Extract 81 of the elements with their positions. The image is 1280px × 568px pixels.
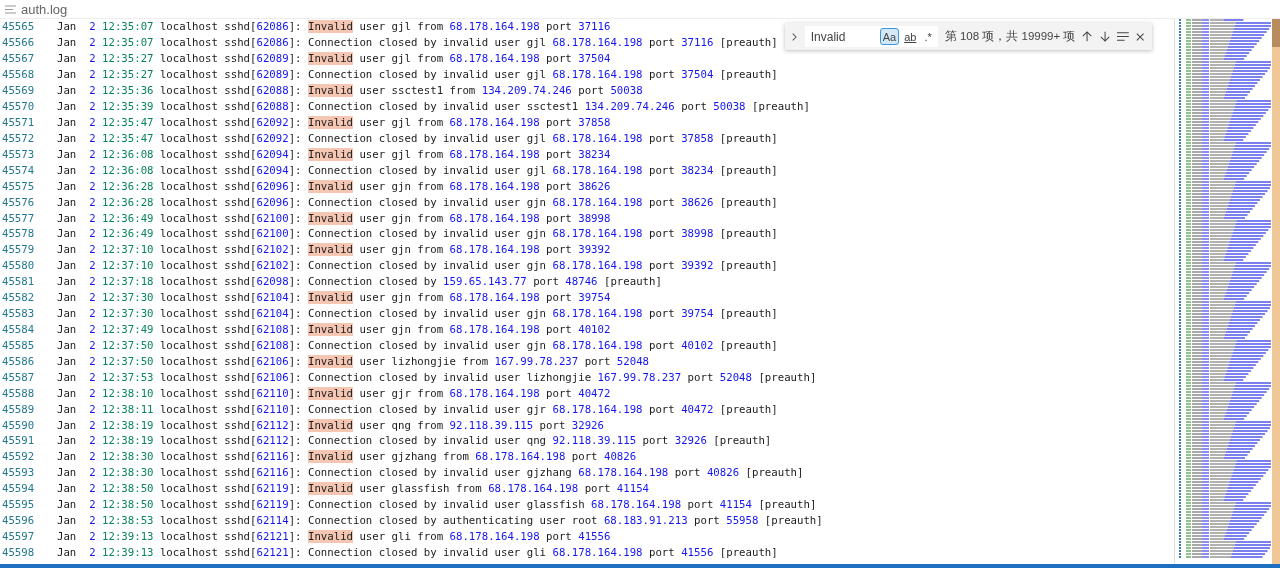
log-line: Jan 2 12:36:28 localhost sshd[62096]: Connection closed by invalid user gjn 68.178.164.198 port 38626 [preauth] [57, 195, 778, 209]
line-number: 45574 [1, 163, 36, 177]
line-number: 45587 [1, 370, 36, 384]
line-number: 45594 [1, 482, 36, 496]
line-number: 45584 [1, 322, 36, 336]
line-number: 45568 [1, 68, 36, 82]
line-number: 45567 [1, 52, 36, 66]
line-number: 45579 [1, 243, 36, 257]
line-number: 45577 [1, 211, 36, 225]
log-line: Jan 2 12:35:39 localhost sshd[62088]: Connection closed by invalid user ssctest1 134.209.74.246 port 50038 [preauth] [57, 100, 810, 114]
log-line: Jan 2 12:37:50 localhost sshd[62106]: Invalid user lizhongjie from 167.99.78.237 port 52048 [57, 354, 649, 368]
line-number: 45565 [1, 20, 36, 34]
arrow-up-icon[interactable] [1082, 30, 1093, 43]
line-number: 45588 [1, 386, 36, 400]
log-line: Jan 2 12:38:53 localhost sshd[62114]: Connection closed by authenticating user root 68.183.91.213 port 55958 [preauth] [57, 514, 823, 528]
line-number: 45597 [1, 529, 36, 543]
file-name[interactable]: auth.log [21, 1, 68, 17]
log-line: Jan 2 12:37:50 localhost sshd[62108]: Connection closed by invalid user gjn 68.178.164.198 port 40102 [preauth] [57, 338, 778, 352]
log-line: Jan 2 12:37:18 localhost sshd[62098]: Connection closed by 159.65.143.77 port 48746 [preauth] [57, 275, 662, 289]
log-line: Jan 2 12:38:30 localhost sshd[62116]: Connection closed by invalid user gjzhang 68.178.164.198 port 40826 [preauth] [57, 466, 804, 480]
log-line: Jan 2 12:35:47 localhost sshd[62092]: Invalid user gjl from 68.178.164.198 port 37858 [57, 116, 611, 129]
log-line: Jan 2 12:38:10 localhost sshd[62110]: Invalid user gjr from 68.178.164.198 port 40472 [57, 386, 611, 400]
close-icon[interactable] [1135, 31, 1144, 42]
log-line: Jan 2 12:35:27 localhost sshd[62089]: Invalid user gjl from 68.178.164.198 port 37504 [57, 52, 611, 66]
log-line: Jan 2 12:35:47 localhost sshd[62092]: Connection closed by invalid user gjl 68.178.164.198 port 37858 [preauth] [57, 131, 778, 145]
line-number: 45593 [1, 466, 36, 480]
line-number: 45566 [1, 36, 36, 50]
whole-word-toggle[interactable]: ab [901, 28, 920, 45]
line-number: 45596 [1, 514, 36, 528]
log-line: Jan 2 12:36:08 localhost sshd[62094]: Connection closed by invalid user gjl 68.178.164.198 port 38234 [preauth] [57, 163, 778, 177]
log-line: Jan 2 12:38:19 localhost sshd[62112]: Invalid user qng from 92.118.39.115 port 32926 [57, 418, 604, 432]
line-number: 45595 [1, 498, 36, 512]
line-number: 45575 [1, 179, 36, 193]
log-line: Jan 2 12:38:30 localhost sshd[62116]: Invalid user gjzhang from 68.178.164.198 port 40826 [57, 450, 637, 464]
log-line: Jan 2 12:39:13 localhost sshd[62121]: Invalid user gli from 68.178.164.198 port 41556 [57, 529, 611, 543]
log-line: Jan 2 12:36:28 localhost sshd[62096]: Invalid user gjn from 68.178.164.198 port 38626 [57, 179, 611, 193]
regex-toggle[interactable]: .* [921, 28, 935, 45]
line-number: 45571 [1, 116, 36, 129]
log-line: Jan 2 12:37:30 localhost sshd[62104]: Connection closed by invalid user gjn 68.178.164.198 port 39754 [preauth] [57, 307, 778, 321]
log-line: Jan 2 12:37:49 localhost sshd[62108]: Invalid user gjn from 68.178.164.198 port 40102 [57, 322, 611, 336]
line-number: 45570 [1, 100, 36, 114]
log-line: Jan 2 12:36:08 localhost sshd[62094]: Invalid user gjl from 68.178.164.198 port 38234 [57, 147, 611, 161]
scrollbar[interactable] [1272, 19, 1280, 564]
log-line: Jan 2 12:38:50 localhost sshd[62119]: Invalid user glassfish from 68.178.164.198 port 41154 [57, 482, 649, 496]
line-number: 45573 [1, 147, 36, 161]
log-line: Jan 2 12:37:30 localhost sshd[62104]: Invalid user gjn from 68.178.164.198 port 39754 [57, 291, 611, 305]
line-number: 45576 [1, 195, 36, 209]
line-number: 45572 [1, 131, 36, 145]
line-number: 45598 [1, 545, 36, 559]
log-line: Jan 2 12:36:49 localhost sshd[62100]: Invalid user gjn from 68.178.164.198 port 38998 [57, 211, 611, 225]
log-line: Jan 2 12:39:13 localhost sshd[62121]: Connection closed by invalid user gli 68.178.164.198 port 41556 [preauth] [57, 545, 778, 559]
match-count: 第 108 项，共 19999+ 项 [944, 29, 1076, 44]
line-number: 45569 [1, 84, 36, 98]
minimap-drawing[interactable] [1179, 19, 1271, 559]
log-line: Jan 2 12:37:10 localhost sshd[62102]: Invalid user gjn from 68.178.164.198 port 39392 [57, 243, 611, 257]
lines-icon [5, 4, 16, 14]
log-line: Jan 2 12:36:49 localhost sshd[62100]: Connection closed by invalid user gjn 68.178.164.198 port 38998 [preauth] [57, 227, 778, 241]
line-number: 45591 [1, 434, 36, 448]
line-number: 45592 [1, 450, 36, 464]
line-number: 45582 [1, 291, 36, 305]
log-line: Jan 2 12:35:07 localhost sshd[62086]: Connection closed by invalid user gjl 68.178.164.198 port 37116 [preauth] [57, 36, 778, 50]
line-number: 45586 [1, 354, 36, 368]
log-line: Jan 2 12:35:36 localhost sshd[62088]: Invalid user ssctest1 from 134.209.74.246 port 50038 [57, 84, 643, 98]
selection-lines-icon[interactable] [1116, 31, 1129, 42]
match-case-toggle[interactable]: Aa [879, 28, 900, 45]
line-number: 45578 [1, 227, 36, 241]
line-number: 45590 [1, 418, 36, 432]
log-line: Jan 2 12:37:53 localhost sshd[62106]: Connection closed by invalid user lizhongjie 167.99.78.237 port 52048 [preauth] [57, 370, 817, 384]
line-number: 45583 [1, 307, 36, 321]
log-line: Jan 2 12:37:10 localhost sshd[62102]: Connection closed by invalid user gjn 68.178.164.198 port 39392 [preauth] [57, 259, 778, 273]
log-line: Jan 2 12:38:50 localhost sshd[62119]: Connection closed by invalid user glassfish 68.178.164.198 port 41154 [preauth] [57, 498, 817, 512]
log-line: Jan 2 12:38:19 localhost sshd[62112]: Connection closed by invalid user qng 92.118.39.115 port 32926 [preauth] [57, 434, 772, 448]
line-number: 45580 [1, 259, 36, 273]
line-number: 45581 [1, 275, 36, 289]
log-line: Jan 2 12:35:07 localhost sshd[62086]: Invalid user gjl from 68.178.164.198 port 37116 [57, 20, 611, 34]
find-input-field[interactable]: Invalid Aa ab .* [804, 26, 938, 47]
log-line: Jan 2 12:38:11 localhost sshd[62110]: Connection closed by invalid user gjr 68.178.164.198 port 40472 [preauth] [57, 402, 778, 416]
line-number: 45585 [1, 338, 36, 352]
arrow-down-icon[interactable] [1099, 30, 1110, 43]
log-line: Jan 2 12:35:27 localhost sshd[62089]: Connection closed by invalid user gjl 68.178.164.198 port 37504 [preauth] [57, 68, 778, 82]
line-number: 45589 [1, 402, 36, 416]
